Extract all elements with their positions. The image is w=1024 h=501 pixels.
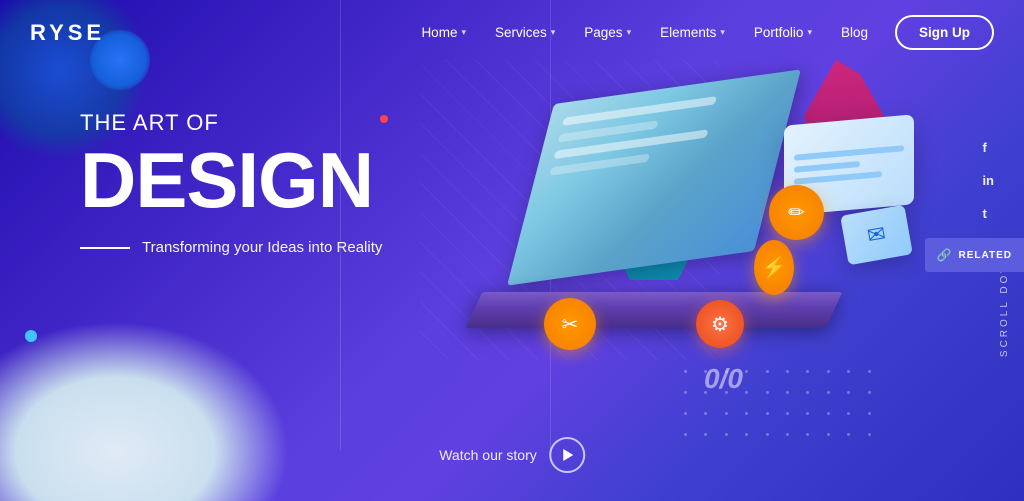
grid-dot [745,370,748,373]
grid-dot [725,412,728,415]
grid-dot [704,370,707,373]
grid-dot [868,370,871,373]
nav-item-home[interactable]: Home ▾ [409,17,478,48]
logo-text: RYSE [30,20,105,45]
grid-dot [704,391,707,394]
envelope-icon: ✉ [865,221,888,250]
twitter-icon[interactable]: t [982,206,994,221]
grid-dot [806,391,809,394]
grid-dot [725,391,728,394]
grid-dot [806,433,809,436]
grid-dot [868,391,871,394]
grid-dot [827,433,830,436]
grid-dot [684,391,687,394]
settings-icon: ⚙ [711,312,729,337]
grid-dot [766,370,769,373]
grid-dot [684,412,687,415]
grid-dot [725,433,728,436]
nav-item-portfolio[interactable]: Portfolio ▾ [742,17,824,48]
linkedin-icon[interactable]: in [982,173,994,188]
ui-bar [794,171,882,185]
float-scissors-icon: ✂ [544,298,596,350]
grid-dot [827,370,830,373]
blob-bottom-left [0,321,290,501]
float-lightning-icon: ⚡ [754,240,794,295]
navbar: RYSE Home ▾ Services ▾ Pages ▾ Elements … [0,0,1024,65]
hero-tagline: Transforming your Ideas into Reality [142,239,382,256]
grid-dot [704,412,707,415]
chevron-down-icon: ▾ [551,27,556,38]
lightning-icon: ⚡ [762,255,787,280]
play-icon [563,449,573,461]
grid-dot [745,433,748,436]
dot-blue [25,330,37,342]
hero-subtitle: THE ART OF [80,110,480,136]
hero-section: RYSE Home ▾ Services ▾ Pages ▾ Elements … [0,0,1024,501]
hero-content: THE ART OF DESIGN Transforming your Idea… [80,110,480,256]
link-icon: 🔗 [937,248,953,262]
signup-button[interactable]: Sign Up [895,15,994,50]
hero-title: DESIGN [80,141,480,219]
grid-dot [806,370,809,373]
nav-item-blog[interactable]: Blog [829,17,880,48]
grid-dot [847,412,850,415]
float-pencil-icon: ✏ [769,185,824,240]
nav-item-pages[interactable]: Pages ▾ [572,17,643,48]
grid-dot [827,412,830,415]
grid-dot [745,412,748,415]
grid-dot [806,412,809,415]
grid-dot [725,370,728,373]
grid-dot [847,391,850,394]
grid-dot [745,391,748,394]
grid-dot [704,433,707,436]
ui-bar [794,161,860,173]
watch-story-label: Watch our story [439,447,537,463]
grid-dot [827,391,830,394]
pencil-icon: ✏ [788,200,805,225]
grid-dot [868,433,871,436]
social-sidebar: f in t [982,140,994,221]
grid-dot [868,412,871,415]
hero-illustration: ✉ ✏ ⚡ ✂ ⚙ 0/0 [444,30,964,480]
nav-item-elements[interactable]: Elements ▾ [648,17,737,48]
related-label: RELATED [959,250,1012,261]
grid-dot [684,433,687,436]
grid-dot [786,433,789,436]
watch-story[interactable]: Watch our story [439,437,585,473]
logo[interactable]: RYSE [30,20,105,46]
divider-line [80,247,130,249]
play-button[interactable] [549,437,585,473]
grid-dot [786,412,789,415]
nav-links: Home ▾ Services ▾ Pages ▾ Elements ▾ Por… [409,15,994,50]
scissors-icon: ✂ [562,312,579,337]
screen-bar [562,96,717,126]
facebook-icon[interactable]: f [982,140,994,155]
chevron-down-icon: ▾ [627,27,632,38]
ui-bar [794,145,904,161]
grid-dot [786,370,789,373]
chevron-down-icon: ▾ [807,27,812,38]
grid-dots [684,370,884,450]
grid-dot [766,412,769,415]
mail-icon: ✉ [840,205,913,266]
nav-item-services[interactable]: Services ▾ [483,17,567,48]
float-settings-icon: ⚙ [696,300,744,348]
grid-dot [766,391,769,394]
grid-dot [684,370,687,373]
related-tab[interactable]: 🔗 RELATED [925,238,1024,272]
grid-dot [786,391,789,394]
grid-dot [847,370,850,373]
grid-dot [847,433,850,436]
grid-dot [766,433,769,436]
laptop-keyboard [466,292,843,328]
chevron-down-icon: ▾ [720,27,725,38]
hero-divider: Transforming your Ideas into Reality [80,239,480,256]
chevron-down-icon: ▾ [461,27,466,38]
